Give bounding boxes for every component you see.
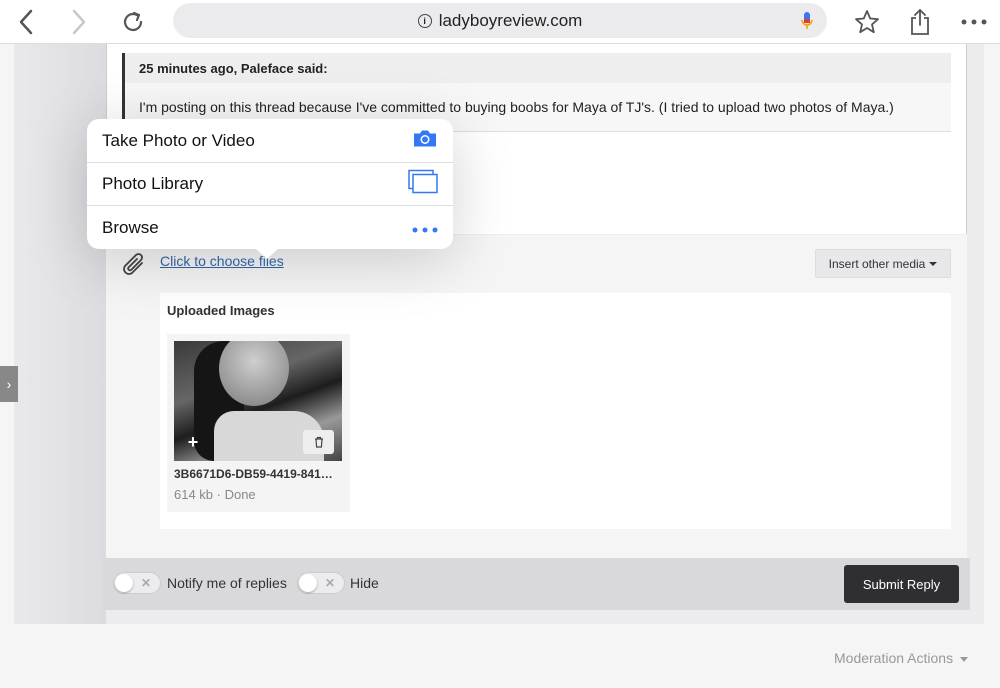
ellipsis-icon <box>961 19 987 25</box>
url-text: ladyboyreview.com <box>438 10 583 30</box>
more-menu-button[interactable] <box>958 6 990 38</box>
delete-file-button[interactable] <box>303 430 334 454</box>
uploaded-images-title: Uploaded Images <box>167 303 275 318</box>
more-icon <box>412 218 438 238</box>
hide-toggle[interactable]: ✕ <box>297 572 345 594</box>
share-button[interactable] <box>904 6 936 38</box>
camera-icon <box>412 128 438 153</box>
info-icon: i <box>417 13 432 28</box>
trash-icon <box>314 436 323 448</box>
take-photo-option[interactable]: Take Photo or Video <box>87 119 453 162</box>
file-card: + 3B6671D6-DB59-4419-841… 614 kb · Done <box>167 334 350 512</box>
forward-button[interactable] <box>63 6 95 38</box>
insert-other-media-button[interactable]: Insert other media <box>815 249 951 278</box>
insert-plus-icon[interactable]: + <box>182 431 204 453</box>
file-name: 3B6671D6-DB59-4419-841… <box>174 467 333 481</box>
chevron-right-icon <box>72 9 86 35</box>
chevron-right-icon: › <box>6 376 12 392</box>
image-thumbnail[interactable]: + <box>174 341 342 461</box>
back-button[interactable] <box>10 6 42 38</box>
hide-label: Hide <box>350 575 379 591</box>
browser-toolbar: i ladyboyreview.com <box>0 0 1000 44</box>
insert-media-label: Insert other media <box>828 256 926 271</box>
caret-down-icon <box>959 656 968 662</box>
file-source-popover: Take Photo or Video Photo Library Browse <box>87 119 453 259</box>
file-meta: 614 kb · Done <box>174 487 256 502</box>
quote-header: 25 minutes ago, Paleface said: <box>125 53 951 83</box>
uploaded-images-panel: Uploaded Images + 3B6671D6-DB59-4419-841… <box>160 293 951 529</box>
photo-library-icon <box>408 169 438 199</box>
submit-reply-button[interactable]: Submit Reply <box>844 565 959 603</box>
chevron-left-icon <box>19 9 33 35</box>
share-icon <box>911 8 929 35</box>
photo-library-option[interactable]: Photo Library <box>87 162 453 205</box>
x-icon: ✕ <box>141 576 152 590</box>
moderation-actions-menu[interactable]: Moderation Actions <box>834 650 968 666</box>
x-icon: ✕ <box>325 576 336 590</box>
star-icon <box>855 10 879 34</box>
reload-button[interactable] <box>117 6 149 38</box>
bookmark-button[interactable] <box>851 6 883 38</box>
paperclip-icon <box>120 250 148 283</box>
moderation-actions-label: Moderation Actions <box>834 650 954 666</box>
notify-label: Notify me of replies <box>167 575 287 591</box>
photo-library-label: Photo Library <box>102 174 204 193</box>
address-bar[interactable]: i ladyboyreview.com <box>173 3 827 38</box>
browse-option[interactable]: Browse <box>87 205 453 249</box>
take-photo-label: Take Photo or Video <box>102 130 255 150</box>
browse-label: Browse <box>102 217 159 237</box>
caret-down-icon <box>929 261 938 266</box>
microphone-icon[interactable] <box>801 11 813 36</box>
quote-body: I'm posting on this thread because I've … <box>139 99 894 115</box>
notify-toggle[interactable]: ✕ <box>113 572 161 594</box>
sidebar-toggle[interactable]: › <box>0 366 18 402</box>
reload-icon <box>123 11 143 32</box>
